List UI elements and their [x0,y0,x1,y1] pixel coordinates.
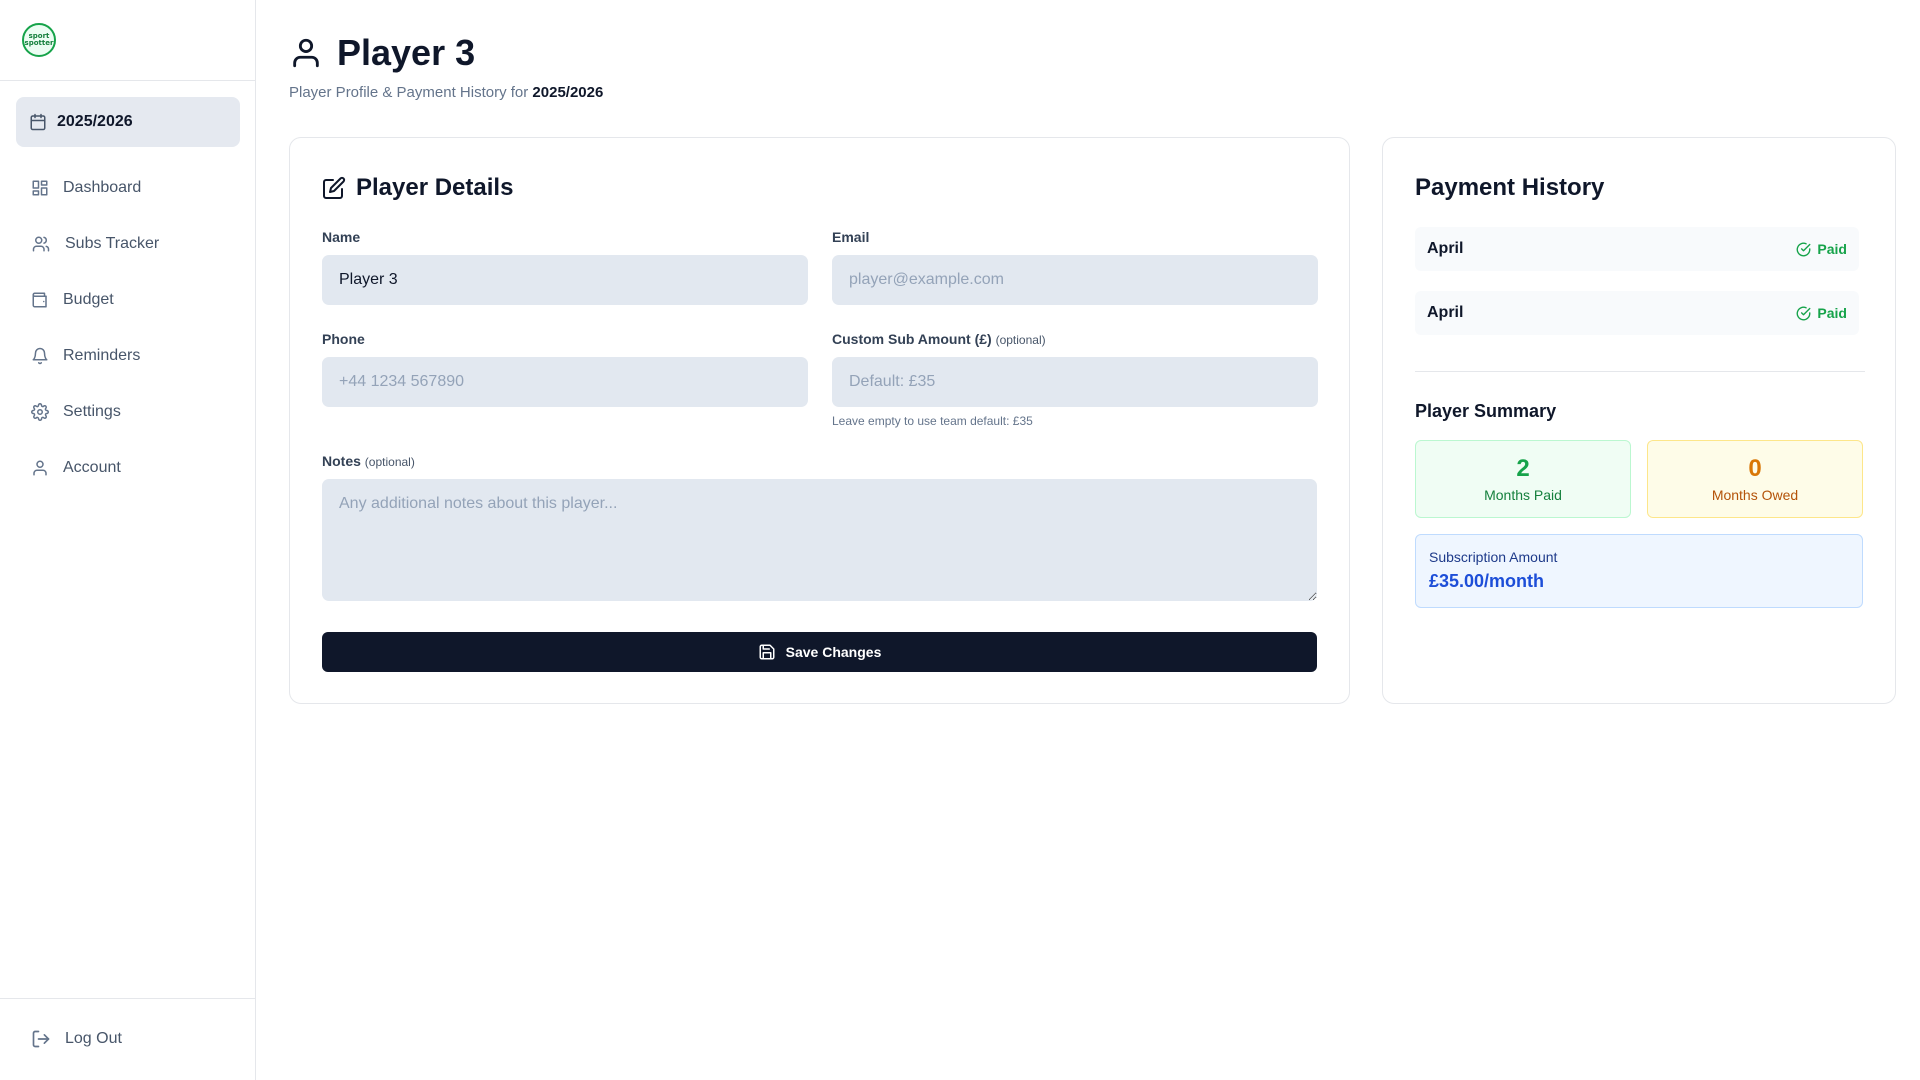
optional-tag: (optional) [995,333,1046,347]
sidebar-item-subs-tracker[interactable]: Subs Tracker [16,216,240,272]
name-input[interactable] [322,255,808,305]
calendar-icon [30,113,46,131]
payment-status-label: Paid [1817,241,1847,257]
sidebar-item-budget[interactable]: Budget [16,272,240,328]
save-icon [759,644,775,660]
divider [1415,371,1865,372]
subtitle-text: Player Profile & Payment History for [289,84,529,101]
sidebar-item-label: Account [63,459,121,476]
subscription-label: Subscription Amount [1429,549,1558,565]
months-owed-value: 0 [1748,455,1762,482]
bell-icon [32,347,48,365]
page-subtitle: Player Profile & Payment History for 202… [289,84,603,101]
title-row: Player 3 [289,32,603,74]
payment-row: April Paid [1415,227,1859,271]
months-paid-label: Months Paid [1484,487,1562,503]
season-label: 2025/2026 [57,113,133,130]
months-paid-value: 2 [1516,455,1530,482]
sidebar-item-label: Dashboard [63,179,142,196]
sidebar-item-reminders[interactable]: Reminders [16,328,240,384]
app-logo[interactable]: sport spotter [22,23,56,57]
subtitle-season: 2025/2026 [532,84,604,101]
payment-month: April [1427,240,1464,257]
dashboard-icon [32,180,48,196]
subscription-amount-box: Subscription Amount £35.00/month [1415,534,1863,608]
payment-history-title: Payment History [1415,174,1605,201]
save-button[interactable]: Save Changes [322,632,1317,672]
payment-status: Paid [1796,241,1847,257]
payment-history-card: Payment History April Paid April Paid Pl… [1382,137,1896,704]
name-label: Name [322,229,361,245]
logout-icon [32,1030,50,1048]
notes-label-text: Notes [322,453,361,469]
email-label: Email [832,229,870,245]
page-title: Player 3 [337,32,476,73]
player-summary-title: Player Summary [1415,401,1557,421]
save-button-label: Save Changes [785,644,882,660]
logo-text-line2: spotter [24,39,54,47]
edit-icon [323,176,346,199]
custom-sub-label-text: Custom Sub Amount (£) [832,331,992,347]
player-details-title: Player Details [322,174,513,202]
user-icon [33,460,47,476]
payment-status: Paid [1796,305,1847,321]
payment-month: April [1427,304,1464,321]
payment-row: April Paid [1415,291,1859,335]
user-icon [293,38,319,68]
email-input[interactable] [832,255,1318,305]
custom-sub-hint: Leave empty to use team default: £35 [832,414,1033,428]
phone-input[interactable] [322,357,808,407]
custom-sub-input[interactable] [832,357,1318,407]
custom-sub-label: Custom Sub Amount (£) (optional) [832,331,1046,347]
users-icon [32,236,50,252]
notes-textarea[interactable] [322,479,1317,601]
logo-area: sport spotter [0,0,255,81]
sidebar-item-label: Settings [63,403,121,420]
player-details-card: Player Details Name Email Phone Custom S… [289,137,1350,704]
gear-icon [31,403,49,421]
season-selector[interactable]: 2025/2026 [16,97,240,147]
sidebar-item-label: Budget [63,291,114,308]
check-circle-icon [1797,242,1811,256]
page-header: Player 3 Player Profile & Payment Histor… [289,32,603,101]
sidebar-footer: Log Out [0,998,256,1080]
payment-status-label: Paid [1817,305,1847,321]
sidebar-item-label: Reminders [63,347,141,364]
sidebar-item-account[interactable]: Account [16,440,240,496]
months-owed-label: Months Owed [1711,487,1799,503]
logout-label: Log Out [65,1030,122,1047]
sidebar-item-dashboard[interactable]: Dashboard [16,160,240,216]
sidebar: sport spotter 2025/2026 Dashboard Subs T… [0,0,256,1080]
check-circle-icon [1797,306,1811,320]
notes-label: Notes (optional) [322,453,415,469]
sidebar-nav: Dashboard Subs Tracker Budget Reminders … [16,160,240,496]
wallet-icon [32,292,47,308]
phone-label: Phone [322,331,365,347]
months-owed-stat: 0 Months Owed [1647,440,1863,518]
logout-button[interactable]: Log Out [31,1029,122,1049]
optional-tag: (optional) [364,455,415,469]
months-paid-stat: 2 Months Paid [1415,440,1631,518]
sidebar-item-settings[interactable]: Settings [16,384,240,440]
sidebar-item-label: Subs Tracker [65,235,160,252]
card-title-text: Player Details [356,174,514,201]
subscription-value: £35.00/month [1429,571,1545,591]
